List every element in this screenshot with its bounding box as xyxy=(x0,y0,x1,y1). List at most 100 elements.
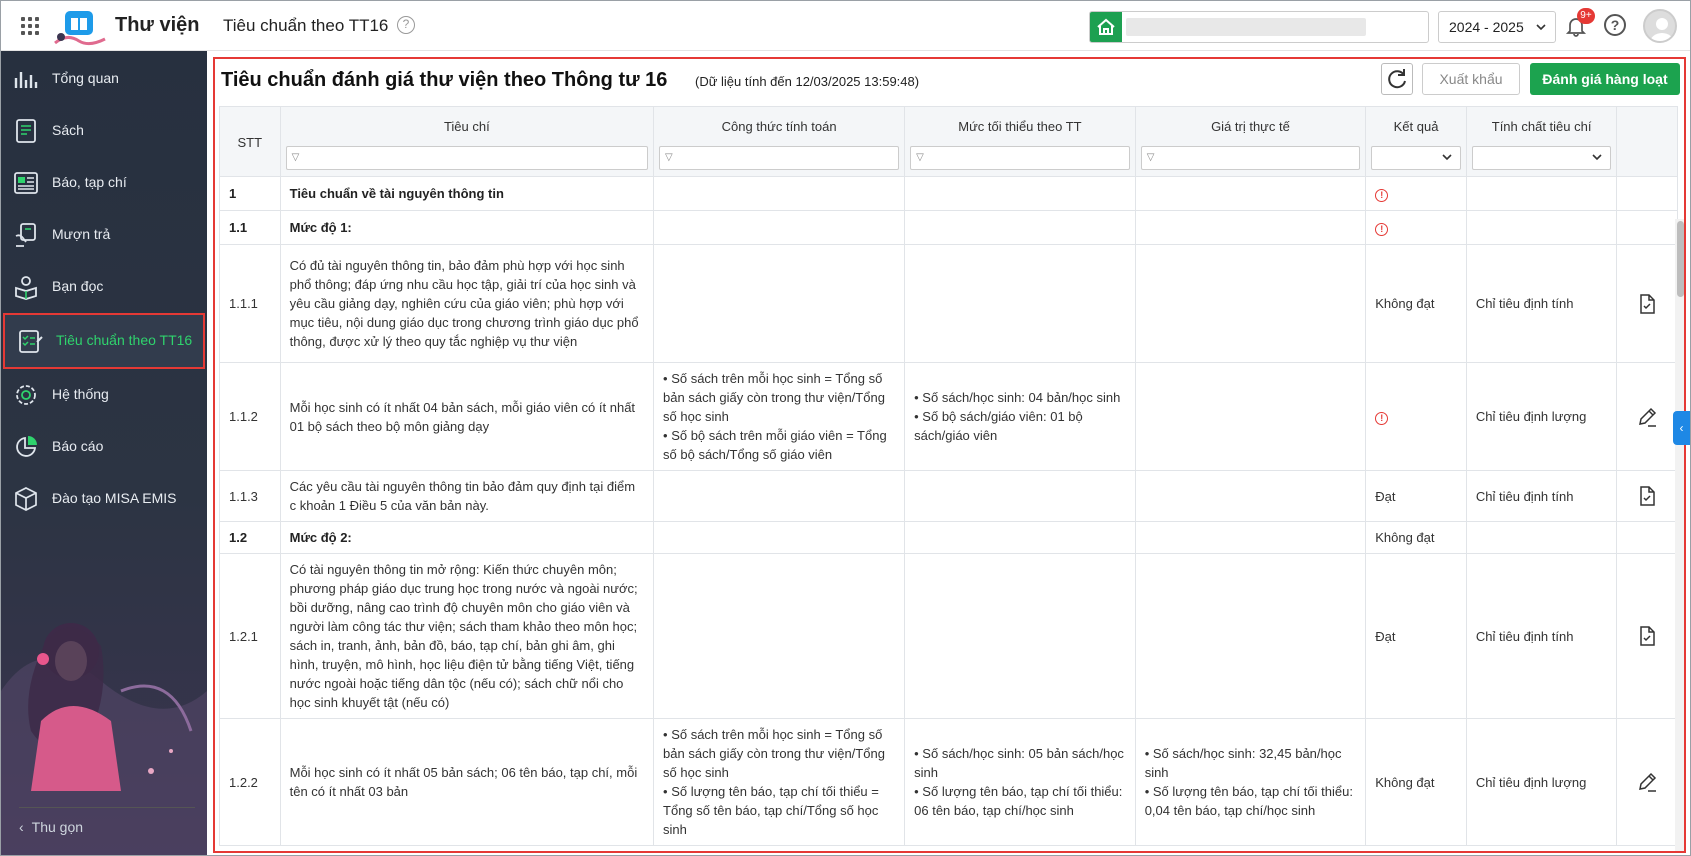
box-icon xyxy=(15,487,37,511)
cell-formula xyxy=(653,521,906,554)
cell-nature xyxy=(1465,176,1618,211)
sidebar-item-label: Bạn đọc xyxy=(52,278,104,294)
sidebar-item-reports[interactable]: Báo cáo xyxy=(1,421,207,473)
sidebar-item-system[interactable]: Hệ thống xyxy=(1,369,207,421)
school-year-value: 2024 - 2025 xyxy=(1449,19,1524,35)
sidebar-item-readers[interactable]: Bạn đọc xyxy=(1,261,207,313)
help-icon[interactable]: ? xyxy=(1604,14,1626,36)
chevron-down-icon xyxy=(1592,154,1602,161)
cell-formula xyxy=(653,176,906,211)
cell-formula xyxy=(653,210,906,245)
chevron-left-icon: ‹ xyxy=(19,819,24,835)
cell-nature xyxy=(1465,210,1618,245)
sidebar-item-label: Tiêu chuẩn theo TT16 xyxy=(56,332,193,348)
table-row: 1 Tiêu chuẩn về tài nguyên thông tin! xyxy=(219,176,1678,211)
reader-icon xyxy=(15,276,37,300)
export-button[interactable]: Xuất khẩu xyxy=(1422,63,1520,95)
data-timestamp: (Dữ liệu tính đến 12/03/2025 13:59:48) xyxy=(695,74,920,89)
table-row: 1.2 Mức độ 2: Không đạt xyxy=(219,521,1678,554)
app-grid-icon[interactable] xyxy=(21,17,39,35)
cell-nature: Chỉ tiêu định tính xyxy=(1465,470,1618,522)
school-home-icon xyxy=(1090,12,1122,42)
avatar[interactable] xyxy=(1643,9,1677,43)
cell-criteria: Mỗi học sinh có ít nhất 05 bản sách; 06 … xyxy=(279,718,655,846)
cell-result: ! xyxy=(1365,210,1467,245)
cell-minimum xyxy=(904,176,1136,211)
book-icon xyxy=(16,119,36,143)
cell-formula xyxy=(653,244,906,363)
chevron-down-icon xyxy=(1536,24,1546,31)
criteria-filter-input[interactable]: ▽ xyxy=(285,146,649,170)
criteria-table: STT Tiêu chí ▽ Công thức tính toán ▽ Mức t… xyxy=(219,106,1678,846)
sidebar-item-training[interactable]: Đào tạo MISA EMIS xyxy=(1,473,207,525)
sidebar-item-label: Hệ thống xyxy=(52,386,109,402)
table-row: 1.2.1 Có tài nguyên thông tin mở rộng: Ki… xyxy=(219,553,1678,719)
cell-actual xyxy=(1134,362,1367,471)
cell-nature: Chỉ tiêu định tính xyxy=(1465,244,1618,363)
cell-minimum xyxy=(904,521,1136,554)
sidebar-item-overview[interactable]: Tổng quan xyxy=(1,53,207,105)
borrow-icon xyxy=(15,223,36,247)
sidebar-item-newspapers[interactable]: Báo, tạp chí xyxy=(1,157,207,209)
cell-criteria: Có tài nguyên thông tin mở rộng: Kiến th… xyxy=(279,553,655,719)
checklist-icon xyxy=(19,330,43,353)
result-filter-select[interactable] xyxy=(1371,146,1461,170)
nature-filter-select[interactable] xyxy=(1471,146,1612,170)
cell-result: ! xyxy=(1365,176,1467,211)
cell-result: ! xyxy=(1365,362,1467,471)
page-help-icon[interactable]: ? xyxy=(397,16,415,34)
column-header-minimum: Mức tối thiểu theo TT ▽ xyxy=(904,106,1136,177)
edit-pencil-icon[interactable] xyxy=(1636,406,1658,428)
filter-icon: ▽ xyxy=(291,152,300,163)
sidebar-item-books[interactable]: Sách xyxy=(1,105,207,157)
cell-minimum: • Số sách/học sinh: 04 bản/học sinh • Số… xyxy=(904,362,1136,471)
edit-pencil-icon[interactable] xyxy=(1636,771,1658,793)
cell-stt: 1.2.1 xyxy=(219,553,281,719)
cell-formula: • Số sách trên mỗi học sinh = Tổng số bả… xyxy=(653,362,906,471)
column-header-actual: Giá trị thực tế ▽ xyxy=(1134,106,1367,177)
scrollbar-track[interactable] xyxy=(1675,219,1684,851)
cell-actual: • Số sách/học sinh: 32,45 bản/học sinh •… xyxy=(1134,718,1367,846)
check-document-icon[interactable] xyxy=(1636,293,1658,315)
cell-stt: 1.1 xyxy=(219,210,281,245)
refresh-button[interactable] xyxy=(1381,63,1413,95)
notification-badge: 9+ xyxy=(1577,8,1595,24)
table-row: 1.1.3 Các yêu cầu tài nguyên thông tin bả… xyxy=(219,470,1678,522)
cell-criteria: Có đủ tài nguyên thông tin, bảo đảm phù … xyxy=(279,244,655,363)
table-row: 1.1 Mức độ 1:! xyxy=(219,210,1678,245)
cell-result: Đạt xyxy=(1365,470,1467,522)
sidebar-item-tt16-standards[interactable]: Tiêu chuẩn theo TT16 xyxy=(3,313,205,369)
cell-stt: 1.2 xyxy=(219,521,281,554)
sidebar-item-label: Báo, tạp chí xyxy=(52,174,127,190)
scrollbar-thumb[interactable] xyxy=(1677,221,1684,297)
column-header-stt: STT xyxy=(219,106,281,177)
cell-result: Đạt xyxy=(1365,553,1467,719)
check-document-icon[interactable] xyxy=(1636,485,1658,507)
column-header-formula: Công thức tính toán ▽ xyxy=(653,106,906,177)
column-header-nature: Tính chất tiêu chí xyxy=(1465,106,1618,177)
school-year-select[interactable]: 2024 - 2025 xyxy=(1438,11,1556,43)
cell-action xyxy=(1616,176,1678,211)
side-panel-toggle[interactable]: ‹ xyxy=(1673,411,1690,445)
cell-action xyxy=(1616,553,1678,719)
cell-result: Không đạt xyxy=(1365,718,1467,846)
warning-icon: ! xyxy=(1375,223,1389,236)
column-header-criteria: Tiêu chí ▽ xyxy=(279,106,655,177)
cell-nature: Chỉ tiêu định tính xyxy=(1465,553,1618,719)
minimum-filter-input[interactable]: ▽ xyxy=(910,146,1130,170)
sidebar-item-borrow[interactable]: Mượn trả xyxy=(1,209,207,261)
school-selector[interactable] xyxy=(1089,11,1429,43)
check-document-icon[interactable] xyxy=(1636,625,1658,647)
formula-filter-input[interactable]: ▽ xyxy=(659,146,900,170)
cell-criteria: Mỗi học sinh có ít nhất 04 bản sách, mỗi… xyxy=(279,362,655,471)
collapse-sidebar-button[interactable]: ‹ Thu gọn xyxy=(19,819,83,835)
cell-stt: 1.1.2 xyxy=(219,362,281,471)
reader-illustration xyxy=(1,623,207,855)
actual-filter-input[interactable]: ▽ xyxy=(1140,146,1361,170)
collapse-label: Thu gọn xyxy=(31,819,84,835)
cell-action xyxy=(1616,521,1678,554)
cell-stt: 1 xyxy=(219,176,281,211)
batch-evaluate-button[interactable]: Đánh giá hàng loạt xyxy=(1530,63,1680,95)
cell-nature xyxy=(1465,521,1618,554)
filter-icon: ▽ xyxy=(916,152,924,163)
